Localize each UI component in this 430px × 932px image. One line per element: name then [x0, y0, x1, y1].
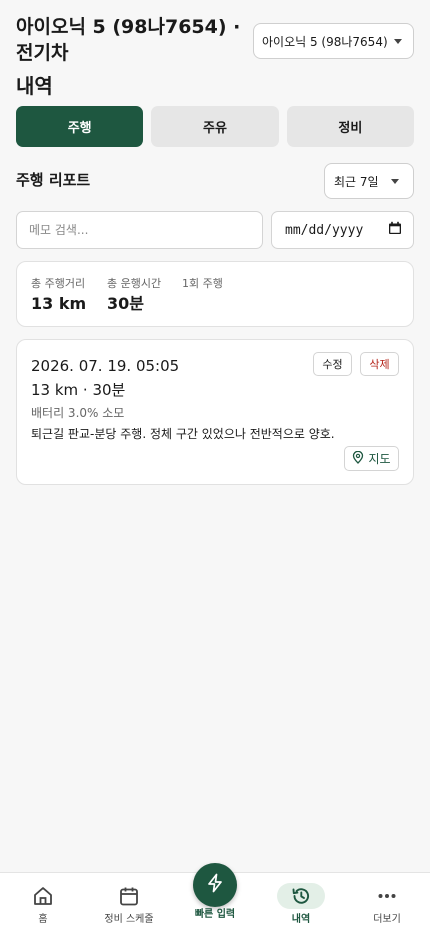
memo-search-input[interactable] — [16, 211, 263, 249]
lightning-icon — [205, 873, 225, 897]
history-tabs: 주행 주유 정비 — [16, 106, 414, 147]
vehicle-title: 아이오닉 5 (98나7654) · 전기차 — [16, 16, 241, 64]
date-filter-input[interactable]: mm/dd/yyyy — [271, 211, 414, 249]
summary-card: 총 주행거리 13 km 총 운행시간 30분 1회 주행 — [16, 261, 414, 327]
period-select[interactable]: 최근 7일 — [324, 163, 414, 199]
tab-fueling[interactable]: 주유 — [151, 106, 279, 147]
quick-entry-label: 빠른 입력 — [194, 909, 236, 920]
tab-driving[interactable]: 주행 — [16, 106, 144, 147]
stat-per-trip: 1회 주행 — [182, 276, 223, 292]
trip-card: 2026. 07. 19. 05:05 수정 삭제 13 km · 30분 배터… — [16, 339, 414, 485]
nav-more[interactable]: 더보기 — [344, 883, 430, 927]
stat-value: 13 km — [31, 294, 87, 313]
more-icon — [363, 883, 411, 909]
map-button[interactable]: 지도 — [344, 446, 399, 471]
stat-label: 총 운행시간 — [107, 277, 162, 290]
stat-value: 30분 — [107, 294, 144, 313]
stat-label: 총 주행거리 — [31, 277, 86, 290]
date-placeholder: mm/dd/yyyy — [285, 222, 364, 238]
delete-trip-button[interactable]: 삭제 — [360, 352, 399, 376]
trip-distance-time: 13 km · 30분 — [31, 381, 126, 399]
stat-label: 1회 주행 — [182, 277, 223, 290]
nav-history[interactable]: 내역 — [258, 883, 344, 927]
nav-schedule[interactable]: 정비 스케줄 — [86, 883, 172, 927]
chevron-down-icon — [391, 178, 399, 184]
calendar-icon — [105, 883, 153, 909]
nav-schedule-label: 정비 스케줄 — [104, 914, 154, 925]
calendar-picker-icon[interactable] — [388, 221, 402, 239]
home-icon — [19, 883, 67, 909]
nav-home-label: 홈 — [38, 914, 48, 925]
report-title: 주행 리포트 — [16, 171, 91, 189]
edit-trip-button[interactable]: 수정 — [313, 352, 352, 376]
stat-total-time: 총 운행시간 30분 — [107, 276, 161, 315]
vehicle-select-value: 아이오닉 5 (98나7654) — [262, 34, 388, 49]
map-pin-icon — [352, 450, 364, 467]
trip-battery-usage: 배터리 3.0% 소모 — [31, 406, 125, 420]
trip-datetime: 2026. 07. 19. 05:05 — [31, 357, 180, 375]
history-page: 아이오닉 5 (98나7654) · 전기차 아이오닉 5 (98나7654) … — [0, 0, 430, 932]
period-select-value: 최근 7일 — [334, 174, 379, 189]
quick-entry-button[interactable] — [193, 863, 237, 907]
chevron-down-icon — [393, 38, 402, 44]
vehicle-select[interactable]: 아이오닉 5 (98나7654) — [253, 23, 414, 59]
map-button-label: 지도 — [368, 452, 391, 466]
nav-history-label: 내역 — [291, 914, 311, 925]
trip-memo: 퇴근길 판교-분당 주행. 정체 구간 있었으나 전반적으로 양호. — [31, 427, 335, 441]
nav-home[interactable]: 홈 — [0, 883, 86, 927]
page-title: 내역 — [16, 74, 53, 98]
history-icon — [277, 883, 325, 909]
nav-more-label: 더보기 — [373, 914, 401, 925]
stat-total-distance: 총 주행거리 13 km — [31, 276, 86, 315]
tab-maintenance[interactable]: 정비 — [286, 106, 414, 147]
